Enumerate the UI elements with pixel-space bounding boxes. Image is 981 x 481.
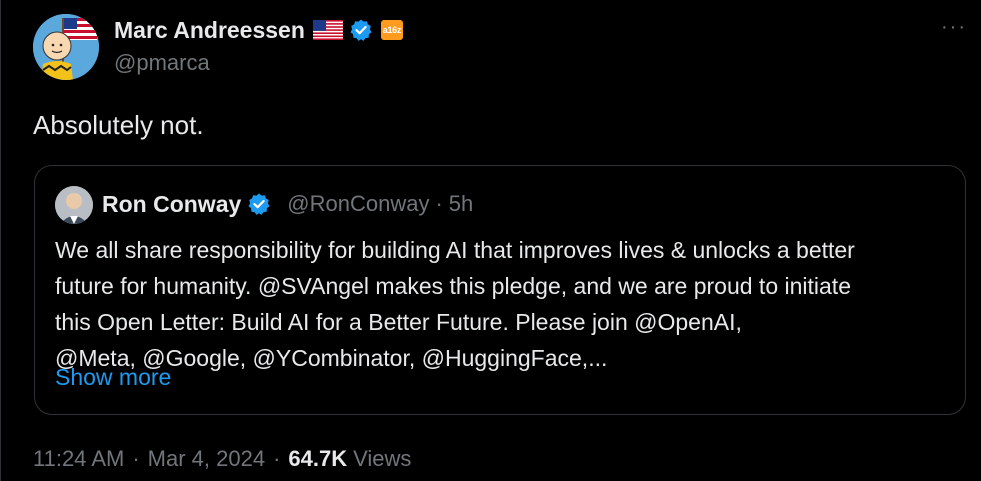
quote-text-line: future for humanity. @SVAngel makes this… (55, 273, 851, 299)
quote-author-handle[interactable]: @RonConway (287, 191, 429, 217)
quote-header: Ron Conway @RonConway · 5h (102, 188, 473, 220)
meta-separator: · (132, 446, 140, 471)
author-name[interactable]: Marc Andreessen (114, 17, 305, 44)
quote-separator: · (435, 191, 443, 216)
quote-author-avatar[interactable] (55, 186, 93, 224)
quoted-tweet-card[interactable]: Ron Conway @RonConway · 5h We all share … (34, 165, 966, 415)
views-count[interactable]: 64.7K (288, 446, 347, 472)
show-more-link[interactable]: Show more (55, 364, 171, 391)
us-flag-icon (312, 19, 344, 41)
quote-text-line: We all share responsibility for building… (55, 237, 855, 263)
quote-text-line: @Meta, @Google, @YCombinator, @HuggingFa… (55, 345, 608, 371)
quote-text-line: this Open Letter: Build AI for a Better … (55, 309, 742, 335)
quote-avatar-image (55, 186, 93, 224)
a16z-badge-icon[interactable]: a16z (380, 20, 403, 40)
quote-text: We all share responsibility for building… (55, 232, 955, 376)
quote-timestamp[interactable]: 5h (449, 191, 473, 217)
author-avatar[interactable] (33, 14, 99, 80)
verified-badge-icon[interactable] (349, 18, 373, 42)
quote-author-name[interactable]: Ron Conway (102, 191, 241, 218)
tweet-meta: 11:24 AM · Mar 4, 2024 · 64.7K Views (33, 446, 411, 472)
tweet-date[interactable]: Mar 4, 2024 (148, 446, 265, 472)
author-header: Marc Andreessen a16z (114, 14, 403, 46)
author-handle[interactable]: @pmarca (114, 50, 210, 76)
timeline-divider (0, 0, 1, 481)
tweet-text: Absolutely not. (33, 110, 204, 140)
more-options-icon[interactable]: ··· (941, 17, 967, 37)
meta-separator: · (273, 446, 281, 471)
avatar-image (33, 14, 99, 80)
quote-verified-badge-icon (247, 192, 271, 216)
tweet-time[interactable]: 11:24 AM (33, 446, 124, 472)
views-label: Views (353, 446, 412, 471)
